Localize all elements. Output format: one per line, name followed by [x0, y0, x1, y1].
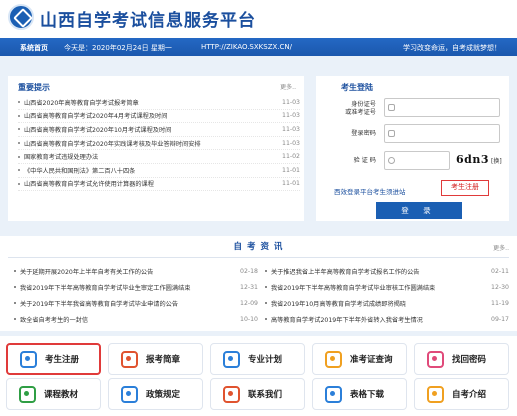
captcha-image[interactable]: 6dn3 — [456, 153, 489, 168]
top-navbar: 系统首页 今天是：2020年02月24日 星期一 HTTP://ZIKAO.SX… — [0, 38, 517, 56]
list-item[interactable]: 关于延期开展2020年上半年自考有关工作的公告 02-18 — [14, 263, 258, 279]
quick-link-button[interactable]: 专业计划 — [210, 343, 305, 375]
admission-icon — [325, 350, 342, 368]
captcha-refresh-link[interactable]: [换] — [491, 156, 502, 165]
list-item[interactable]: 山西省高等教育自学考试2020年4月考试课程及时间 11-03 — [18, 110, 300, 124]
login-title: 考生登陆 — [341, 83, 373, 92]
exam-login-link[interactable]: 西效登录平台考生须进站 — [334, 186, 406, 196]
quick-link-label: 课程教材 — [44, 390, 79, 400]
register-link[interactable]: 考生注册 — [441, 180, 489, 196]
quick-link-label: 准考证查询 — [350, 355, 393, 365]
intro-icon — [427, 385, 444, 403]
notice-title: 重要提示 — [18, 83, 50, 92]
quick-link-button[interactable]: 准考证查询 — [312, 343, 407, 375]
captcha-row: 验 证 码 6dn3 [换] — [324, 151, 502, 171]
notice-list: 山西省2020年高等教育自学考试报考简章 11-03 山西省高等教育自学考试202… — [18, 96, 300, 192]
list-item[interactable]: 我省2019年下半年高等教育自学考试毕业审核工作圆满结束 12-30 — [265, 279, 509, 295]
notice-more-link[interactable]: 更多.. — [280, 82, 296, 91]
list-item[interactable]: 《中华人民共和国刑法》第二百八十四条 11-01 — [18, 164, 300, 178]
quick-link-button[interactable]: 政策规定 — [108, 378, 203, 410]
news-panel: 自 考 资 讯 更多.. 关于延期开展2020年上半年自考有关工作的公告 02-1… — [0, 236, 517, 331]
lock-icon — [388, 130, 395, 137]
id-row: 身份证号 或准考证号 — [324, 98, 500, 118]
site-header: 山西自学考试信息服务平台 — [0, 0, 517, 38]
id-label: 身份证号 或准考证号 — [345, 101, 376, 116]
quick-link-button[interactable]: 考生注册 — [6, 343, 101, 375]
plan-icon — [223, 350, 240, 368]
list-item[interactable]: 山西省高等教育自学考试2020年实践课考核及毕业答辩时间安排 11-03 — [18, 137, 300, 151]
quick-link-label: 表格下载 — [350, 390, 385, 400]
policy-icon — [121, 385, 138, 403]
user-icon — [20, 350, 37, 368]
news-list-left: 关于延期开展2020年上半年自考有关工作的公告 02-18 我省2019年下半年高… — [14, 263, 258, 327]
news-more-link[interactable]: 更多.. — [493, 243, 509, 252]
password-label: 登录密码 — [351, 130, 376, 137]
password-input[interactable] — [384, 124, 500, 143]
list-item[interactable]: 山西省高等教育自学考试允许使用计算器的课程 11-01 — [18, 178, 300, 192]
quick-link-label: 报考简章 — [146, 355, 181, 365]
list-item[interactable]: 我省2019年10月高等教育自学考试成绩即将揭晓 11-19 — [265, 295, 509, 311]
list-item[interactable]: 山西省2020年高等教育自学考试报考简章 11-03 — [18, 96, 300, 110]
site-title: 山西自学考试信息服务平台 — [40, 11, 256, 31]
list-item[interactable]: 关于2019年下半年我省高等教育自学考试毕业申请的公告 12-09 — [14, 295, 258, 311]
site-logo-icon — [8, 4, 34, 30]
list-item[interactable]: 关于推迟我省上半年高等教育自学考试报名工作的公告 02-11 — [265, 263, 509, 279]
brochure-icon — [121, 350, 138, 368]
site-motto: 学习改变命运，自考成就梦想！ — [403, 44, 501, 52]
quick-link-button[interactable]: 表格下载 — [312, 378, 407, 410]
quick-link-label: 联系我们 — [248, 390, 283, 400]
key-icon — [427, 350, 444, 368]
password-row: 登录密码 — [324, 124, 500, 144]
quick-link-label: 考生注册 — [45, 355, 80, 365]
list-item[interactable]: 国家教育考试违规处理办法 11-02 — [18, 150, 300, 164]
phone-icon — [223, 385, 240, 403]
quick-link-label: 政策规定 — [146, 390, 181, 400]
quick-link-button[interactable]: 报考简章 — [108, 343, 203, 375]
captcha-label: 验 证 码 — [353, 157, 377, 164]
table-icon — [325, 385, 342, 403]
book-icon — [19, 385, 36, 403]
news-title: 自 考 资 讯 — [233, 242, 284, 252]
id-input[interactable] — [384, 98, 500, 117]
quick-link-label: 专业计划 — [248, 355, 283, 365]
news-list-right: 关于推迟我省上半年高等教育自学考试报名工作的公告 02-11 我省2019年下半年… — [265, 263, 509, 327]
quick-link-label: 自考介绍 — [452, 390, 487, 400]
list-item[interactable]: 致全省自考考生的一封信 10-10 — [14, 311, 258, 327]
quick-link-label: 找回密码 — [452, 355, 487, 365]
nav-home-link[interactable]: 系统首页 — [20, 43, 48, 53]
quick-link-button[interactable]: 找回密码 — [414, 343, 509, 375]
site-url: HTTP://ZIKAO.SXKSZX.CN/ — [201, 43, 293, 51]
list-item[interactable]: 高等教育自学考试2019年下半年外省转入我省考生情况 09-17 — [265, 311, 509, 327]
user-icon — [388, 104, 395, 111]
list-item[interactable]: 山西省高等教育自学考试2020年10月考试课程及时间 11-03 — [18, 123, 300, 137]
quick-link-button[interactable]: 联系我们 — [210, 378, 305, 410]
quick-link-button[interactable]: 自考介绍 — [414, 378, 509, 410]
login-button[interactable]: 登 录 — [376, 202, 462, 219]
quick-links: 考生注册 报考简章 专业计划 准考证查询 找回密码课程教材 政策规定 联系我们 表格下载 自考介… — [0, 336, 517, 416]
shield-icon — [388, 157, 395, 164]
today-date: 今天是：2020年02月24日 星期一 — [64, 44, 172, 52]
login-panel: 考生登陆 身份证号 或准考证号 登录密码 验 证 码 6dn3 [换] 西效登录… — [316, 76, 509, 221]
list-item[interactable]: 我省2019年下半年高等教育自学考试毕业生审定工作圆满结束 12-31 — [14, 279, 258, 295]
quick-link-button[interactable]: 课程教材 — [6, 378, 101, 410]
notice-panel: 重要提示 更多.. 山西省2020年高等教育自学考试报考简章 11-03 山西省高… — [8, 76, 304, 221]
divider — [8, 257, 509, 258]
